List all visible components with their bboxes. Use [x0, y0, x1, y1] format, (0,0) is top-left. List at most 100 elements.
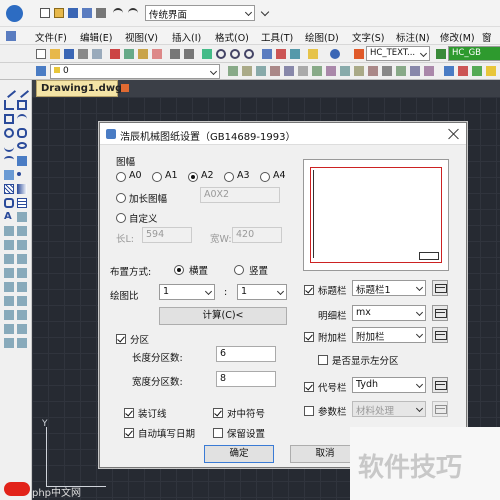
- tool-properties-icon[interactable]: [262, 49, 272, 59]
- make-block-icon[interactable]: [4, 170, 14, 180]
- modify-icon-10[interactable]: [4, 282, 14, 292]
- title-block-checkbox[interactable]: [304, 285, 314, 295]
- dim-style-select[interactable]: HC_GB: [448, 46, 500, 61]
- layer-tool5-icon[interactable]: [298, 66, 308, 76]
- ellipse-icon[interactable]: [17, 142, 27, 149]
- modify-icon-16[interactable]: [4, 324, 14, 334]
- param-block-select[interactable]: 材料处理: [352, 401, 426, 417]
- saveas-icon[interactable]: [82, 8, 92, 18]
- modify-icon-19[interactable]: [17, 338, 27, 348]
- show-left-zone-checkbox[interactable]: [318, 355, 328, 365]
- layer-tool9-icon[interactable]: [354, 66, 364, 76]
- modify-icon-7[interactable]: [17, 254, 27, 264]
- tab-close-icon[interactable]: [121, 84, 129, 92]
- detail-select[interactable]: mx: [352, 305, 426, 321]
- modify-icon-2[interactable]: [4, 226, 14, 236]
- layer-tool6-icon[interactable]: [312, 66, 322, 76]
- arc-icon[interactable]: [17, 114, 27, 124]
- tool-pan-icon[interactable]: [202, 49, 212, 59]
- modify-icon-15[interactable]: [17, 310, 27, 320]
- tool-save-icon[interactable]: [64, 49, 74, 59]
- code-block-select[interactable]: Tydh: [352, 377, 426, 393]
- print-icon[interactable]: [96, 8, 106, 18]
- center-mark-checkbox[interactable]: [213, 408, 223, 418]
- menu-insert[interactable]: 插入(I): [172, 30, 201, 44]
- binding-checkbox[interactable]: [124, 408, 134, 418]
- tool-cut-icon[interactable]: [110, 49, 120, 59]
- modify-icon-1[interactable]: [17, 212, 27, 222]
- menu-tools[interactable]: 工具(T): [261, 30, 293, 44]
- mtext-icon[interactable]: A: [4, 212, 14, 222]
- save-icon[interactable]: [68, 8, 78, 18]
- modify-icon-13[interactable]: [17, 296, 27, 306]
- tool-redo-icon[interactable]: [184, 49, 194, 59]
- menu-text[interactable]: 文字(S): [352, 30, 384, 44]
- radio-a2[interactable]: [188, 172, 198, 182]
- modify-icon-18[interactable]: [4, 338, 14, 348]
- layer-tool2-icon[interactable]: [256, 66, 266, 76]
- polyline-icon[interactable]: [4, 100, 14, 110]
- menu-view[interactable]: 视图(V): [125, 30, 158, 44]
- modify-icon-8[interactable]: [4, 268, 14, 278]
- extra-block-edit-icon[interactable]: [432, 327, 448, 343]
- modify-icon-14[interactable]: [4, 310, 14, 320]
- menu-app-icon[interactable]: [6, 31, 16, 41]
- tool-new-icon[interactable]: [36, 49, 46, 59]
- layer-tool14-icon[interactable]: [424, 66, 434, 76]
- radio-landscape[interactable]: [174, 265, 184, 275]
- point-icon[interactable]: [17, 172, 21, 176]
- workspace-select[interactable]: 传统界面: [145, 5, 255, 21]
- tool-match-icon[interactable]: [152, 49, 162, 59]
- tool-preview-icon[interactable]: [92, 49, 102, 59]
- tool-zoom-icon[interactable]: [216, 49, 226, 59]
- param-block-edit-icon[interactable]: [432, 401, 448, 417]
- ok-button[interactable]: 确定: [204, 445, 274, 463]
- tool-help-icon[interactable]: [330, 49, 340, 59]
- modify-icon-17[interactable]: [17, 324, 27, 334]
- layer-tool13-icon[interactable]: [410, 66, 420, 76]
- radio-custom[interactable]: [116, 213, 126, 223]
- redo-icon[interactable]: [128, 8, 138, 18]
- menu-dimension[interactable]: 标注(N): [396, 30, 430, 44]
- menu-file[interactable]: 文件(F): [35, 30, 67, 44]
- zone-checkbox[interactable]: [116, 334, 126, 344]
- radio-a1[interactable]: [152, 172, 162, 182]
- title-block-select[interactable]: 标题栏1: [352, 280, 426, 296]
- autofill-date-checkbox[interactable]: [124, 428, 134, 438]
- new-file-icon[interactable]: [40, 8, 50, 18]
- revcloud-icon[interactable]: [17, 128, 27, 138]
- layer-tool3-icon[interactable]: [270, 66, 280, 76]
- modify-icon-12[interactable]: [4, 296, 14, 306]
- layer-tool12-icon[interactable]: [396, 66, 406, 76]
- circle-icon[interactable]: [4, 128, 14, 138]
- layer-tool1-icon[interactable]: [242, 66, 252, 76]
- undo-icon[interactable]: [113, 8, 123, 18]
- layer-tool11-icon[interactable]: [382, 66, 392, 76]
- table-icon[interactable]: [17, 198, 27, 208]
- extended-size-field[interactable]: A0X2: [200, 187, 280, 203]
- calculate-button[interactable]: 计算(C)<: [159, 307, 287, 325]
- radio-a3[interactable]: [224, 172, 234, 182]
- tool-palette-icon[interactable]: [290, 49, 300, 59]
- modify-icon-5[interactable]: [17, 240, 27, 250]
- gradient-icon[interactable]: [17, 184, 27, 194]
- modify-icon-3[interactable]: [17, 226, 27, 236]
- modify-icon-4[interactable]: [4, 240, 14, 250]
- code-block-checkbox[interactable]: [304, 382, 314, 392]
- menu-format[interactable]: 格式(O): [215, 30, 249, 44]
- zone-length-field[interactable]: 6: [216, 346, 276, 362]
- layer-tool17-icon[interactable]: [472, 66, 482, 76]
- layer-tool16-icon[interactable]: [458, 66, 468, 76]
- zone-width-field[interactable]: 8: [216, 371, 276, 387]
- radio-extended[interactable]: [116, 193, 126, 203]
- spline-icon[interactable]: [4, 142, 14, 152]
- tool-design-icon[interactable]: [276, 49, 286, 59]
- radio-portrait[interactable]: [234, 265, 244, 275]
- param-block-checkbox[interactable]: [304, 406, 314, 416]
- layer-tool15-icon[interactable]: [444, 66, 454, 76]
- radio-a4[interactable]: [260, 172, 270, 182]
- layer-tool10-icon[interactable]: [368, 66, 378, 76]
- xline-icon[interactable]: [14, 83, 30, 99]
- line-icon[interactable]: [1, 83, 17, 99]
- dropdown-icon[interactable]: [260, 7, 270, 17]
